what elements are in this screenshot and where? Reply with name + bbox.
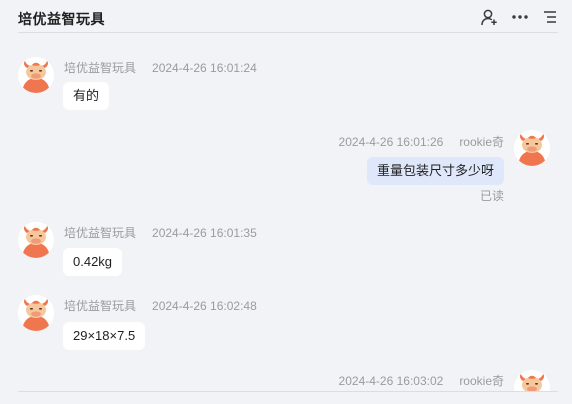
sender-name: 培优益智玩具 <box>64 61 137 75</box>
message-bubble[interactable]: 重量包装尺寸多少呀 <box>366 157 504 185</box>
message-meta: 2024-4-26 16:01:26 rookie奇 <box>339 133 504 150</box>
input-area[interactable] <box>0 392 572 404</box>
message-bubble[interactable]: 0.42kg <box>63 248 123 276</box>
add-user-icon[interactable] <box>480 8 498 26</box>
message-time: 2024-4-26 16:01:35 <box>152 226 257 240</box>
sender-name: rookie奇 <box>459 135 504 149</box>
message-time: 2024-4-26 16:03:02 <box>338 374 444 388</box>
chat-title: 培优益智玩具 <box>18 11 105 27</box>
user-avatar[interactable] <box>514 370 550 391</box>
shop-avatar[interactable] <box>18 295 54 331</box>
sender-name: rookie奇 <box>459 374 504 388</box>
message-bubble[interactable]: 有的 <box>63 82 110 110</box>
message-meta: 培优益智玩具 2024-4-26 16:01:24 <box>64 59 257 76</box>
shop-avatar[interactable] <box>18 222 54 258</box>
chat-header: 培优益智玩具 <box>0 0 572 33</box>
message-meta: 培优益智玩具 2024-4-26 16:02:48 <box>64 297 257 314</box>
message-bubble[interactable]: 29×18×7.5 <box>63 322 146 350</box>
bull-mascot-icon <box>18 222 54 258</box>
bull-mascot-icon <box>514 370 550 391</box>
read-status: 已读 <box>479 189 504 203</box>
chat-area[interactable]: 培优益智玩具 2024-4-26 16:01:24 有的 2024-4-26 16… <box>0 33 572 391</box>
message-meta: 2024-4-26 16:03:02 rookie奇 <box>339 372 504 389</box>
bull-mascot-icon <box>18 57 54 93</box>
sender-name: 培优益智玩具 <box>64 299 137 313</box>
message-time: 2024-4-26 16:01:24 <box>152 61 257 75</box>
bull-mascot-icon <box>18 295 54 331</box>
message-time: 2024-4-26 16:01:26 <box>338 135 444 149</box>
message-time: 2024-4-26 16:02:48 <box>152 299 257 313</box>
user-avatar[interactable] <box>514 130 550 166</box>
bull-mascot-icon <box>514 130 550 166</box>
more-icon[interactable] <box>511 8 529 26</box>
list-icon[interactable] <box>541 8 559 26</box>
shop-avatar[interactable] <box>18 57 54 93</box>
sender-name: 培优益智玩具 <box>64 226 137 240</box>
message-meta: 培优益智玩具 2024-4-26 16:01:35 <box>64 224 257 241</box>
